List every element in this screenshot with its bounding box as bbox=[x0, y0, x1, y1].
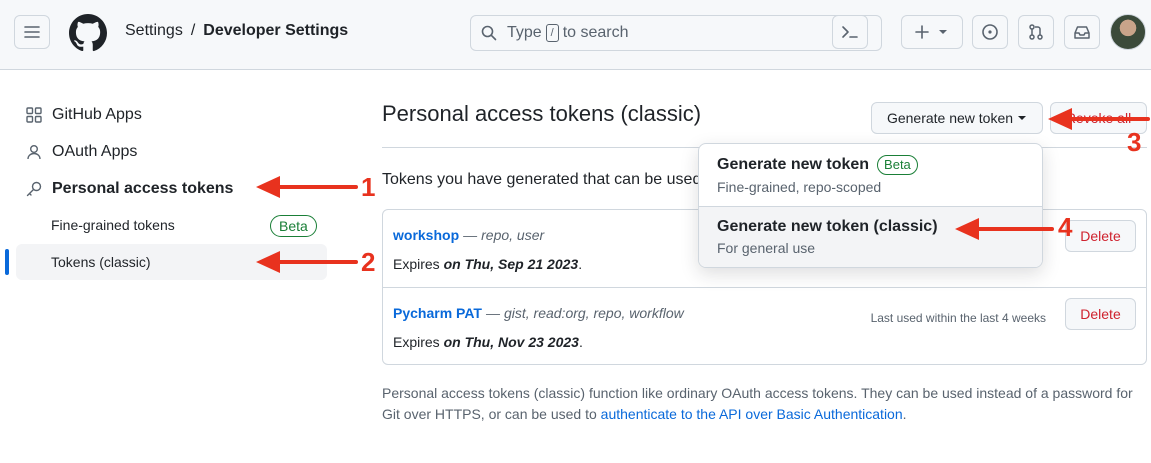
token-scopes: gist, read:org, repo, workflow bbox=[503, 305, 684, 321]
page-title: Personal access tokens (classic) bbox=[382, 101, 702, 126]
person-icon bbox=[24, 144, 44, 160]
inbox-button[interactable] bbox=[1064, 15, 1100, 49]
sidebar-item-label: GitHub Apps bbox=[52, 106, 142, 123]
triangle-down-icon bbox=[1018, 116, 1027, 120]
issue-opened-icon bbox=[982, 24, 998, 40]
basic-auth-link[interactable]: authenticate to the API over Basic Authe… bbox=[601, 406, 903, 422]
active-indicator bbox=[5, 249, 9, 275]
footer-description: Personal access tokens (classic) functio… bbox=[382, 383, 1151, 425]
delete-token-button[interactable]: Delete bbox=[1065, 220, 1136, 252]
terminal-icon bbox=[842, 26, 858, 38]
token-name-link[interactable]: workshop bbox=[393, 227, 459, 243]
annotation-number: 4 bbox=[1058, 212, 1073, 242]
apps-icon bbox=[24, 107, 44, 123]
create-new-button[interactable] bbox=[901, 15, 963, 49]
app-header: Settings / Developer Settings Type / to … bbox=[0, 0, 1151, 70]
search-shortcut-key: / bbox=[545, 24, 559, 42]
footer-end: . bbox=[902, 406, 907, 422]
token-last-used: Last used within the last 4 weeks bbox=[870, 311, 1046, 325]
sidebar-item-tokens-classic[interactable]: Tokens (classic) bbox=[16, 244, 327, 280]
sidebar-item-label: Personal access tokens bbox=[52, 180, 234, 197]
token-expires-date: on Thu, Nov 23 2023 bbox=[443, 334, 579, 350]
pull-requests-button[interactable] bbox=[1018, 15, 1054, 49]
generate-new-token-label: Generate new token bbox=[886, 110, 1014, 126]
annotation-number: 3 bbox=[1127, 127, 1142, 157]
github-logo-icon[interactable] bbox=[69, 14, 107, 52]
delete-token-button[interactable]: Delete bbox=[1065, 298, 1136, 330]
token-expires-label: Expires bbox=[393, 256, 440, 272]
git-pull-request-icon bbox=[1029, 24, 1043, 40]
menu-item-description: Fine-grained, repo-scoped bbox=[717, 179, 882, 195]
plus-icon bbox=[915, 25, 947, 39]
sidebar-item-label: Tokens (classic) bbox=[51, 254, 151, 270]
token-name-link[interactable]: Pycharm PAT bbox=[393, 305, 482, 321]
beta-badge: Beta bbox=[877, 155, 918, 175]
breadcrumb-settings[interactable]: Settings bbox=[125, 22, 183, 40]
sidebar-item-oauth-apps[interactable]: OAuth Apps bbox=[16, 134, 137, 170]
search-input[interactable]: Type / to search bbox=[470, 15, 882, 51]
token-scopes: repo, user bbox=[481, 227, 545, 243]
inbox-icon bbox=[1074, 26, 1090, 39]
sidebar-item-personal-access-tokens[interactable]: Personal access tokens bbox=[16, 171, 233, 207]
issues-button[interactable] bbox=[972, 15, 1008, 49]
menu-button[interactable] bbox=[14, 15, 50, 49]
command-palette-button[interactable] bbox=[832, 15, 868, 49]
token-expires-date: on Thu, Sep 21 2023 bbox=[443, 256, 579, 272]
beta-badge: Beta bbox=[270, 215, 317, 237]
breadcrumb-developer-settings[interactable]: Developer Settings bbox=[203, 22, 348, 40]
breadcrumb-separator: / bbox=[190, 22, 196, 39]
token-expires-label: Expires bbox=[393, 334, 440, 350]
annotation-number: 1 bbox=[361, 172, 376, 202]
token-row: Pycharm PAT — gist, read:org, repo, work… bbox=[383, 287, 1146, 364]
search-suffix: to search bbox=[562, 24, 629, 41]
breadcrumb: Settings / Developer Settings bbox=[125, 22, 348, 40]
sidebar-item-github-apps[interactable]: GitHub Apps bbox=[16, 97, 142, 133]
generate-new-token-button[interactable]: Generate new token bbox=[871, 102, 1043, 134]
triangle-down-icon bbox=[939, 30, 947, 34]
menu-item-classic-token[interactable]: Generate new token (classic) For general… bbox=[699, 206, 1042, 267]
annotation-number: 2 bbox=[361, 247, 376, 277]
hamburger-icon bbox=[24, 26, 40, 38]
sidebar-item-label: Fine-grained tokens bbox=[51, 217, 175, 233]
menu-item-description: For general use bbox=[717, 240, 816, 256]
avatar[interactable] bbox=[1110, 14, 1146, 50]
menu-item-title: Generate new token bbox=[717, 156, 870, 173]
key-icon bbox=[24, 181, 44, 197]
generate-token-menu: Generate new token Beta Fine-grained, re… bbox=[698, 143, 1043, 268]
sidebar-item-label: OAuth Apps bbox=[52, 143, 138, 160]
search-prefix: Type bbox=[507, 24, 542, 41]
menu-item-title: Generate new token (classic) bbox=[717, 218, 938, 235]
search-icon bbox=[481, 25, 497, 41]
menu-item-fine-grained-token[interactable]: Generate new token Beta Fine-grained, re… bbox=[699, 144, 1042, 205]
